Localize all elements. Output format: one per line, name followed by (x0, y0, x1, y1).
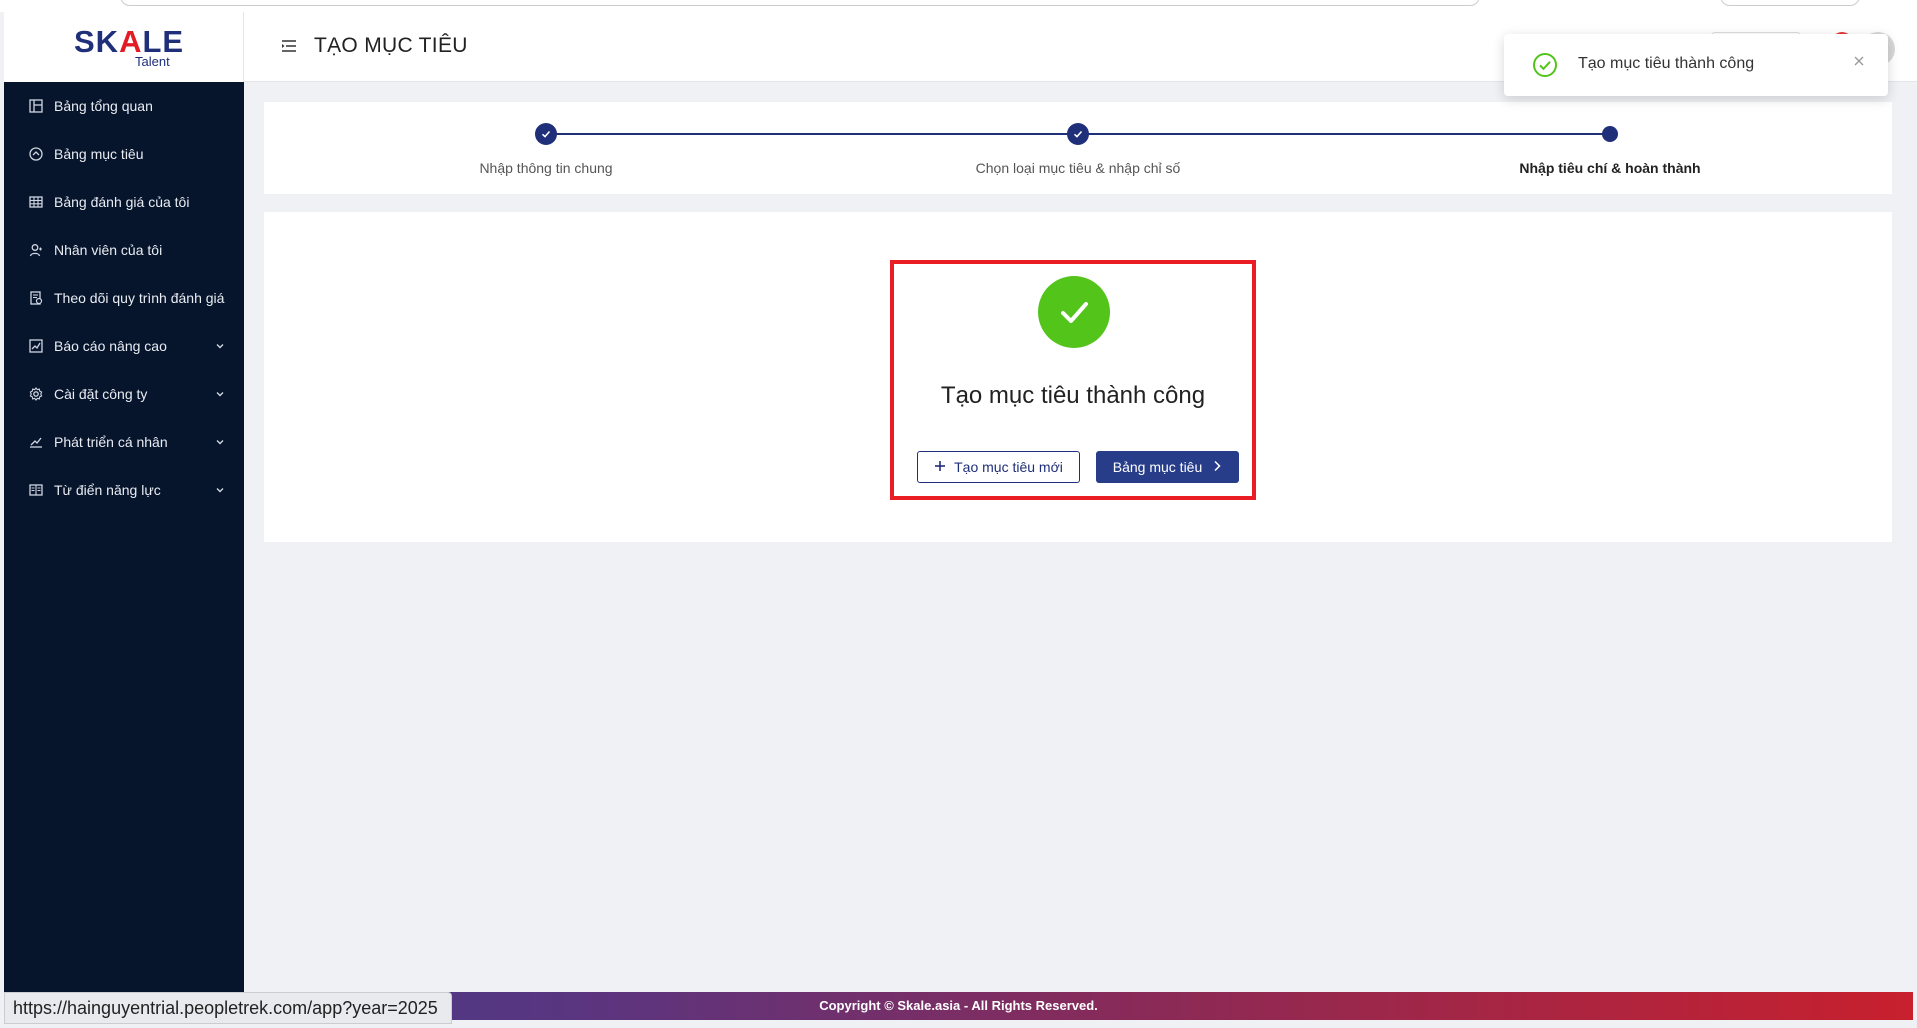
growth-icon (28, 434, 44, 450)
step-label-goal-type: Chọn loại mục tiêu & nhập chỉ số (975, 160, 1181, 176)
step-check-icon (1067, 123, 1089, 145)
sidebar-item-label: Bảng mục tiêu (54, 146, 144, 162)
create-new-goal-label: Tạo mục tiêu mới (954, 459, 1063, 475)
success-check-icon (1038, 276, 1110, 348)
browser-address-pill (120, 0, 1480, 6)
logo-brand-part: SK (74, 24, 120, 59)
sidebar-item-label: Theo dõi quy trình đánh giá (54, 290, 225, 306)
menu-collapse-icon[interactable] (280, 37, 298, 55)
sidebar: SKALE Talent Bảng tổng quan Bảng mục tiê… (4, 12, 244, 992)
chevron-down-icon[interactable] (212, 338, 228, 354)
step-label-general-info: Nhập thông tin chung (479, 160, 613, 176)
sidebar-item-label: Nhân viên của tôi (54, 242, 163, 258)
close-icon[interactable] (1852, 54, 1866, 68)
status-url: https://hainguyentrial.peopletrek.com/ap… (4, 992, 452, 1024)
sidebar-item-competency-dictionary[interactable]: Từ điển năng lực (4, 466, 244, 514)
browser-action-pill (1720, 0, 1860, 6)
sidebar-item-label: Cài đặt công ty (54, 386, 148, 402)
target-icon (28, 146, 44, 162)
dashboard-icon (28, 98, 44, 114)
chart-icon (28, 338, 44, 354)
chevron-down-icon[interactable] (212, 386, 228, 402)
browser-top-strip (0, 0, 1917, 12)
sidebar-menu: Bảng tổng quan Bảng mục tiêu Bảng đánh g… (4, 82, 244, 514)
logo-subtitle: Talent (135, 54, 170, 69)
step-current-dot (1602, 126, 1618, 142)
create-new-goal-button[interactable]: Tạo mục tiêu mới (917, 451, 1080, 483)
sidebar-item-advanced-reports[interactable]: Báo cáo nâng cao (4, 322, 244, 370)
sidebar-item-personal-development[interactable]: Phát triển cá nhân (4, 418, 244, 466)
sidebar-item-label: Từ điển năng lực (54, 482, 161, 498)
goal-board-label: Bảng mục tiêu (1112, 459, 1203, 475)
success-panel: Tạo mục tiêu thành công Tạo mục tiêu mới… (890, 260, 1256, 500)
sidebar-item-my-reviews[interactable]: Bảng đánh giá của tôi (4, 178, 244, 226)
sidebar-item-goal-board[interactable]: Bảng mục tiêu (4, 130, 244, 178)
step-connector (1078, 133, 1610, 135)
main-content: Tạo mục tiêu thành công Tạo mục tiêu mới… (264, 212, 1892, 542)
sidebar-item-review-tracking[interactable]: Theo dõi quy trình đánh giá (4, 274, 244, 322)
step-check-icon (535, 123, 557, 145)
sidebar-item-dashboard[interactable]: Bảng tổng quan (4, 82, 244, 130)
goal-board-button[interactable]: Bảng mục tiêu (1096, 451, 1239, 483)
page-title: TẠO MỤC TIÊU (314, 34, 468, 57)
sidebar-item-label: Bảng đánh giá của tôi (54, 194, 190, 210)
book-icon (28, 482, 44, 498)
sidebar-item-label: Phát triển cá nhân (54, 434, 168, 450)
step-label-criteria: Nhập tiêu chí & hoàn thành (1519, 160, 1701, 176)
success-title: Tạo mục tiêu thành công (940, 382, 1206, 409)
users-icon (28, 242, 44, 258)
tracking-icon (28, 290, 44, 306)
logo[interactable]: SKALE Talent (4, 12, 244, 82)
sidebar-item-label: Bảng tổng quan (54, 98, 153, 114)
chevron-down-icon[interactable] (212, 434, 228, 450)
sidebar-item-label: Báo cáo nâng cao (54, 338, 167, 354)
chevron-right-icon (1212, 459, 1222, 475)
chevron-down-icon[interactable] (212, 482, 228, 498)
toast-message: Tạo mục tiêu thành công (1578, 55, 1755, 72)
toast-success-icon (1532, 52, 1558, 78)
success-toast: Tạo mục tiêu thành công (1504, 34, 1888, 96)
plus-icon (934, 459, 946, 475)
table-icon (28, 194, 44, 210)
sidebar-item-company-settings[interactable]: Cài đặt công ty (4, 370, 244, 418)
gear-icon (28, 386, 44, 402)
sidebar-item-my-employees[interactable]: Nhân viên của tôi (4, 226, 244, 274)
step-connector (546, 133, 1078, 135)
progress-stepper: Nhập thông tin chung Chọn loại mục tiêu … (264, 102, 1892, 194)
